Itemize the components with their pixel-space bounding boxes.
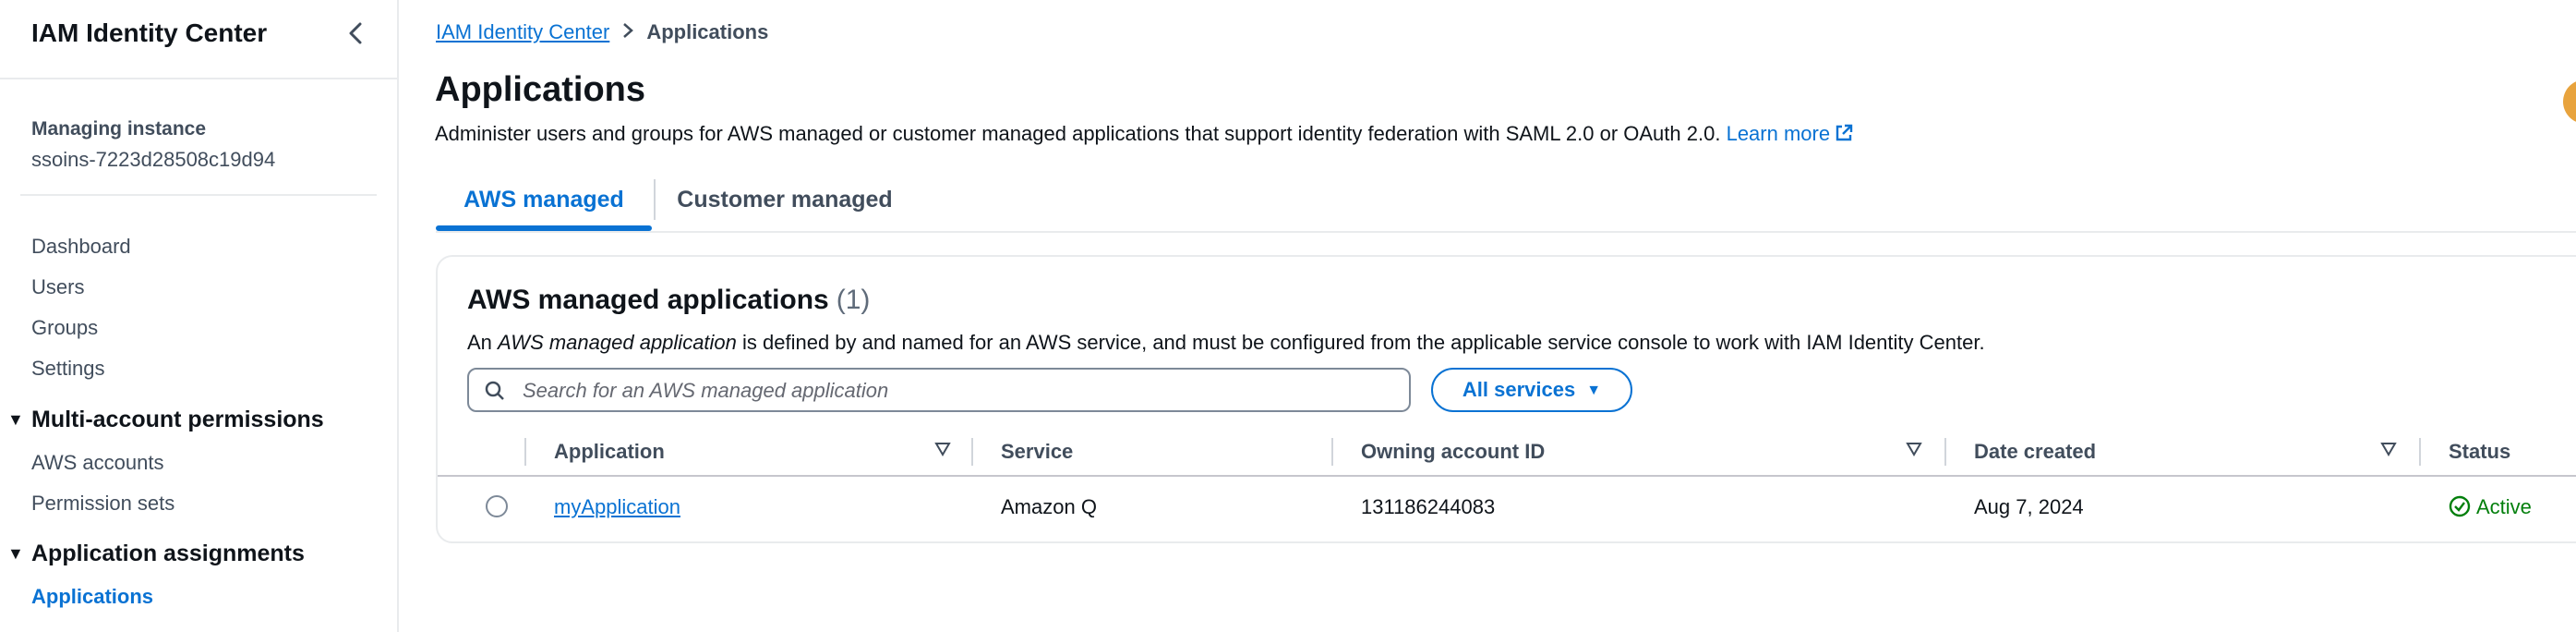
section-label: Application assignments (31, 541, 305, 566)
search-input[interactable] (521, 375, 1392, 407)
sidebar-item-users[interactable]: Users (31, 275, 84, 299)
service-cell: Amazon Q (1001, 495, 1097, 518)
applications-panel: AWS managed applications (1) An AWS manag… (436, 255, 2576, 543)
application-name-link[interactable]: myApplication (554, 495, 680, 519)
column-divider (524, 438, 526, 466)
column-divider (2419, 438, 2421, 466)
table-row[interactable]: myApplication Amazon Q 131186244083 Aug … (438, 477, 2576, 534)
column-divider (1944, 438, 1946, 466)
panel-title-text: AWS managed applications (467, 285, 829, 315)
panel-description: An AWS managed application is defined by… (467, 331, 1985, 355)
panel-title: AWS managed applications (1) (467, 285, 870, 316)
caret-down-icon: ▼ (7, 544, 24, 563)
divider (20, 194, 377, 196)
column-header-date-created[interactable]: Date created (1974, 440, 2096, 464)
column-header-application[interactable]: Application (554, 440, 665, 464)
sidebar-item-settings[interactable]: Settings (31, 357, 105, 381)
external-link-icon (1834, 123, 1854, 149)
sort-icon[interactable] (2380, 442, 2397, 461)
check-circle-icon (2449, 495, 2471, 517)
sidebar-title[interactable]: IAM Identity Center (31, 18, 267, 48)
desc-post: is defined by and named for an AWS servi… (736, 331, 1985, 354)
panel-count: (1) (836, 285, 871, 315)
column-header-owning-account[interactable]: Owning account ID (1361, 440, 1545, 464)
page-description: Administer users and groups for AWS mana… (435, 122, 1854, 149)
service-filter-dropdown[interactable]: All services ▼ (1431, 368, 1632, 412)
breadcrumb-root-link[interactable]: IAM Identity Center (436, 20, 609, 43)
column-divider (1331, 438, 1333, 466)
caret-down-icon: ▼ (1586, 383, 1602, 398)
caret-down-icon: ▼ (7, 410, 24, 429)
row-select-radio[interactable] (486, 495, 508, 517)
column-divider (971, 438, 973, 466)
page-title: Applications (435, 70, 646, 109)
sidebar-item-applications[interactable]: Applications (31, 585, 153, 609)
learn-more-link[interactable]: Learn more (1727, 122, 1855, 145)
search-box (467, 368, 1411, 412)
divider (0, 78, 397, 79)
sidebar-item-dashboard[interactable]: Dashboard (31, 235, 131, 259)
tab-aws-managed[interactable]: AWS managed (436, 176, 652, 231)
side-navigation: IAM Identity Center Managing instance ss… (0, 0, 399, 632)
section-label: Multi-account permissions (31, 407, 324, 432)
column-header-service[interactable]: Service (1001, 440, 1073, 464)
sidebar-section-application-assignments[interactable]: ▼ Application assignments (7, 541, 305, 567)
breadcrumb-current: Applications (646, 20, 769, 43)
column-header-status[interactable]: Status (2449, 440, 2510, 464)
breadcrumb: IAM Identity Center Applications (436, 20, 768, 44)
instance-label: Managing instance (31, 118, 207, 140)
sort-icon[interactable] (1906, 442, 1922, 461)
search-icon (484, 380, 506, 407)
description-text: Administer users and groups for AWS mana… (435, 122, 1721, 145)
collapse-nav-icon[interactable] (342, 18, 371, 48)
status-text: Active (2476, 495, 2532, 518)
sidebar-item-aws-accounts[interactable]: AWS accounts (31, 451, 163, 475)
sidebar-item-permission-sets[interactable]: Permission sets (31, 492, 175, 516)
chevron-right-icon (620, 20, 635, 44)
desc-pre: An (467, 331, 499, 354)
learn-more-label: Learn more (1726, 122, 1831, 145)
desc-emphasis: AWS managed application (498, 331, 737, 354)
status-badge: Active (2449, 495, 2532, 519)
account-id-cell: 131186244083 (1361, 495, 1496, 518)
date-created-cell: Aug 7, 2024 (1974, 495, 2084, 518)
tab-customer-managed[interactable]: Customer managed (654, 179, 914, 220)
sidebar-section-multi-account[interactable]: ▼ Multi-account permissions (7, 407, 324, 433)
tabs-divider (436, 231, 2576, 233)
sidebar-item-groups[interactable]: Groups (31, 316, 98, 340)
instance-value: ssoins-7223d28508c19d94 (31, 148, 276, 171)
table-header: Application Service Owning account ID Da… (438, 429, 2576, 477)
filter-label: All services (1462, 378, 1576, 401)
sort-icon[interactable] (934, 442, 951, 461)
